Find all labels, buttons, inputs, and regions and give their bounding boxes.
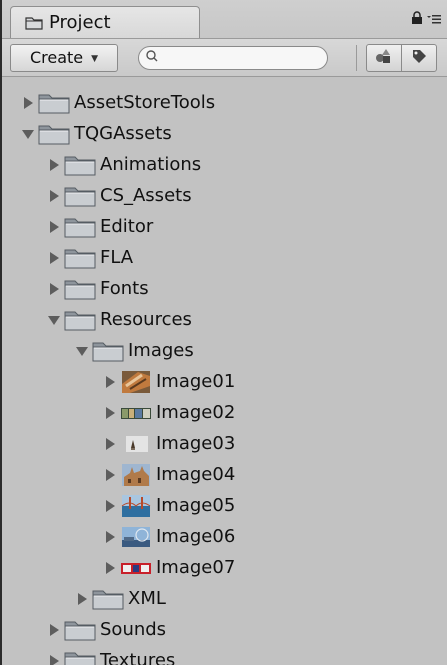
search-input[interactable]: [159, 50, 313, 65]
image-thumbnail-icon: [120, 370, 152, 394]
filter-by-type-button[interactable]: [366, 44, 402, 72]
tree-item-label: Image03: [156, 433, 236, 454]
tree-item-label: Image05: [156, 495, 236, 516]
create-button[interactable]: Create ▼: [10, 43, 118, 72]
tree-item-label: XML: [128, 588, 166, 609]
filter-by-type-icon: [375, 48, 393, 68]
folder-icon: [64, 216, 96, 238]
tree-item-tqgassets[interactable]: TQGAssets: [2, 118, 447, 149]
expand-arrow-icon[interactable]: [46, 622, 62, 638]
tree-item-image05[interactable]: Image05: [2, 490, 447, 521]
folder-icon: [64, 278, 96, 300]
tree-item-cs-assets[interactable]: CS_Assets: [2, 180, 447, 211]
tree-item-textures[interactable]: Textures: [2, 645, 447, 665]
create-label: Create: [29, 48, 84, 67]
folder-icon: [64, 309, 96, 331]
filter-by-label-button[interactable]: [401, 44, 437, 72]
expand-arrow-icon[interactable]: [102, 374, 118, 390]
toolbar-divider: [356, 45, 357, 71]
tree-item-image03[interactable]: Image03: [2, 428, 447, 459]
tab-label: Project: [49, 12, 111, 33]
tree-item-xml[interactable]: XML: [2, 583, 447, 614]
expand-arrow-icon[interactable]: [46, 188, 62, 204]
folder-icon: [25, 16, 43, 30]
collapse-arrow-icon[interactable]: [74, 343, 90, 359]
tree-item-label: TQGAssets: [74, 123, 172, 144]
tree-item-image02[interactable]: Image02: [2, 397, 447, 428]
collapse-arrow-icon[interactable]: [46, 312, 62, 328]
folder-icon: [38, 92, 70, 114]
folder-icon: [64, 619, 96, 641]
tree-item-label: CS_Assets: [100, 185, 192, 206]
image-thumbnail-icon: [120, 494, 152, 518]
tree-item-editor[interactable]: Editor: [2, 211, 447, 242]
tree-item-label: Image06: [156, 526, 236, 547]
lock-icon[interactable]: [411, 10, 423, 29]
tab-bar: Project: [2, 0, 447, 39]
expand-arrow-icon[interactable]: [102, 560, 118, 576]
expand-arrow-icon[interactable]: [46, 157, 62, 173]
menu-icon[interactable]: [427, 10, 441, 29]
tree-item-label: Image01: [156, 371, 236, 392]
expand-arrow-icon[interactable]: [46, 281, 62, 297]
tree-item-image01[interactable]: Image01: [2, 366, 447, 397]
tree-item-image06[interactable]: Image06: [2, 521, 447, 552]
tree-item-images[interactable]: Images: [2, 335, 447, 366]
expand-arrow-icon[interactable]: [102, 498, 118, 514]
tree-item-label: FLA: [100, 247, 134, 268]
expand-arrow-icon[interactable]: [74, 591, 90, 607]
expand-arrow-icon[interactable]: [102, 467, 118, 483]
tree-item-resources[interactable]: Resources: [2, 304, 447, 335]
tree-item-image07[interactable]: Image07: [2, 552, 447, 583]
tree-item-fla[interactable]: FLA: [2, 242, 447, 273]
tree-item-fonts[interactable]: Fonts: [2, 273, 447, 304]
tree-item-label: Sounds: [100, 619, 167, 640]
filter-by-label-icon: [411, 48, 427, 68]
tree-item-label: Image02: [156, 402, 236, 423]
folder-icon: [64, 154, 96, 176]
project-tree: AssetStoreTools TQGAssets Animations CS_…: [2, 77, 447, 665]
folder-icon: [64, 247, 96, 269]
image-thumbnail-icon: [120, 432, 152, 456]
project-window: Project Create ▼ AssetStoreTools TQGAsse…: [0, 0, 447, 665]
image-thumbnail-icon: [120, 401, 152, 425]
expand-arrow-icon[interactable]: [102, 405, 118, 421]
folder-icon: [92, 340, 124, 362]
expand-arrow-icon[interactable]: [102, 529, 118, 545]
image-thumbnail-icon: [120, 556, 152, 580]
tree-item-image04[interactable]: Image04: [2, 459, 447, 490]
folder-icon: [64, 650, 96, 665]
expand-arrow-icon[interactable]: [46, 219, 62, 235]
tree-item-label: Textures: [100, 650, 176, 665]
search-icon: [145, 48, 159, 67]
tree-item-sounds[interactable]: Sounds: [2, 614, 447, 645]
folder-icon: [38, 123, 70, 145]
collapse-arrow-icon[interactable]: [20, 126, 36, 142]
tree-item-label: AssetStoreTools: [74, 92, 216, 113]
tree-item-animations[interactable]: Animations: [2, 149, 447, 180]
expand-arrow-icon[interactable]: [46, 250, 62, 266]
toolbar: Create ▼: [2, 39, 447, 77]
image-thumbnail-icon: [120, 525, 152, 549]
tab-project[interactable]: Project: [10, 6, 200, 38]
folder-icon: [92, 588, 124, 610]
tree-item-label: Image04: [156, 464, 236, 485]
search-field[interactable]: [138, 45, 328, 70]
tree-item-label: Animations: [100, 154, 202, 175]
chevron-down-icon: ▼: [91, 53, 99, 64]
folder-icon: [64, 185, 96, 207]
expand-arrow-icon[interactable]: [46, 653, 62, 665]
tree-item-label: Images: [128, 340, 194, 361]
tree-item-label: Editor: [100, 216, 154, 237]
tree-item-label: Resources: [100, 309, 192, 330]
tree-item-assetstoretools[interactable]: AssetStoreTools: [2, 87, 447, 118]
tab-tools: [411, 10, 441, 29]
tree-item-label: Fonts: [100, 278, 149, 299]
expand-arrow-icon[interactable]: [102, 436, 118, 452]
image-thumbnail-icon: [120, 463, 152, 487]
expand-arrow-icon[interactable]: [20, 95, 36, 111]
tree-item-label: Image07: [156, 557, 236, 578]
